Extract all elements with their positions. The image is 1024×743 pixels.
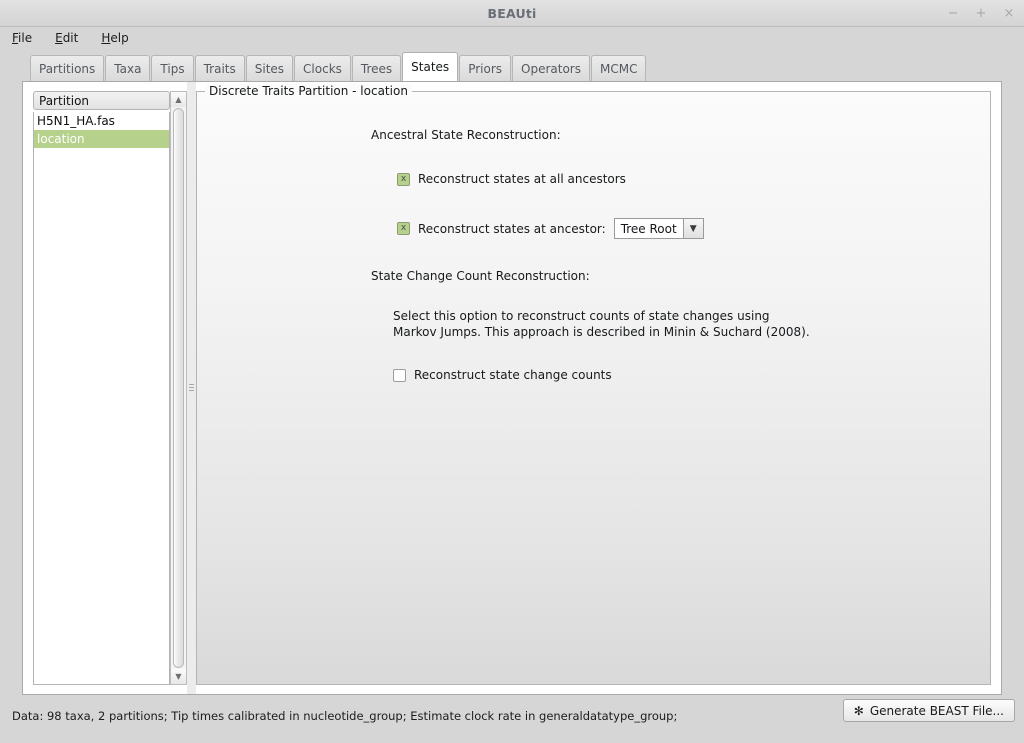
partition-scrollbar[interactable]: ▲ ▼	[170, 91, 187, 685]
reconstruct-at-ancestor-row[interactable]: x Reconstruct states at ancestor: Tree R…	[211, 218, 976, 239]
body-area: Partition H5N1_HA.fas location ▲ ▼ Discr…	[0, 81, 1024, 695]
reconstruct-all-ancestors-row[interactable]: x Reconstruct states at all ancestors	[211, 172, 976, 186]
discrete-traits-group: Discrete Traits Partition - location Anc…	[196, 84, 991, 685]
window-controls: − + ×	[946, 0, 1016, 26]
scroll-down-icon[interactable]: ▼	[171, 669, 186, 684]
window-title: BEAUti	[487, 5, 537, 21]
menu-file-rest: ile	[18, 31, 33, 45]
beauti-window: BEAUti − + × File Edit Help Partitions T…	[0, 0, 1024, 743]
menu-edit-rest: dit	[62, 31, 79, 45]
tab-clocks[interactable]: Clocks	[294, 55, 351, 81]
status-bar: Data: 98 taxa, 2 partitions; Tip times c…	[0, 695, 1024, 743]
ancestor-select-value[interactable]: Tree Root	[613, 218, 683, 239]
gear-icon: ✻	[853, 703, 864, 718]
generate-beast-file-button[interactable]: ✻ Generate BEAST File...	[842, 699, 1015, 722]
menu-file[interactable]: File	[10, 30, 34, 46]
partition-panel: Partition H5N1_HA.fas location	[23, 82, 170, 694]
chevron-down-icon[interactable]: ▼	[682, 218, 704, 239]
group-title: Discrete Traits Partition - location	[205, 84, 412, 98]
tab-traits[interactable]: Traits	[194, 55, 245, 81]
list-item[interactable]: location	[34, 130, 169, 148]
menu-edit[interactable]: Edit	[53, 30, 80, 46]
tab-states[interactable]: States	[402, 52, 459, 81]
title-bar: BEAUti − + ×	[0, 0, 1024, 27]
close-icon[interactable]: ×	[1002, 6, 1016, 20]
menu-help-rest: elp	[110, 31, 129, 45]
partition-column-header[interactable]: Partition	[33, 91, 170, 110]
tab-taxa[interactable]: Taxa	[105, 55, 151, 81]
reconstruct-state-change-counts-checkbox[interactable]: x	[393, 368, 406, 382]
generate-beast-file-label: Generate BEAST File...	[869, 703, 1004, 718]
tab-bar: Partitions Taxa Tips Traits Sites Clocks…	[0, 49, 1024, 81]
status-text: Data: 98 taxa, 2 partitions; Tip times c…	[12, 709, 678, 723]
reconstruct-state-change-counts-row[interactable]: x Reconstruct state change counts	[211, 368, 976, 382]
ancestral-state-heading: Ancestral State Reconstruction:	[371, 128, 561, 142]
states-panel: Discrete Traits Partition - location Anc…	[196, 82, 1001, 694]
tab-operators[interactable]: Operators	[512, 55, 590, 81]
maximize-icon[interactable]: +	[974, 6, 988, 20]
list-item[interactable]: H5N1_HA.fas	[34, 112, 169, 130]
tab-mcmc[interactable]: MCMC	[590, 55, 647, 81]
tab-partitions[interactable]: Partitions	[30, 55, 105, 81]
reconstruct-at-ancestor-label: Reconstruct states at ancestor:	[418, 221, 606, 236]
tab-sites[interactable]: Sites	[245, 55, 294, 81]
tab-priors[interactable]: Priors	[459, 55, 512, 81]
partition-list[interactable]: H5N1_HA.fas location	[33, 112, 170, 685]
minimize-icon[interactable]: −	[946, 6, 960, 20]
split-divider[interactable]	[187, 82, 196, 694]
tab-trees[interactable]: Trees	[351, 55, 402, 81]
scroll-up-icon[interactable]: ▲	[171, 92, 186, 107]
divider-grip-icon	[189, 384, 194, 392]
state-change-heading: State Change Count Reconstruction:	[371, 269, 590, 283]
scrollbar-thumb[interactable]	[173, 108, 184, 668]
ancestor-select[interactable]: Tree Root ▼	[613, 218, 704, 239]
reconstruct-state-change-counts-label: Reconstruct state change counts	[414, 368, 612, 382]
menu-help[interactable]: Help	[99, 30, 130, 46]
tab-tips[interactable]: Tips	[151, 55, 194, 81]
content-frame: Partition H5N1_HA.fas location ▲ ▼ Discr…	[22, 81, 1002, 695]
scrollbar-track[interactable]	[171, 107, 186, 669]
state-change-description-line2: Markov Jumps. This approach is described…	[393, 324, 810, 339]
state-change-description-line1: Select this option to reconstruct counts…	[393, 309, 770, 323]
menu-edit-mnemonic: E	[55, 31, 63, 45]
reconstruct-at-ancestor-checkbox[interactable]: x	[397, 222, 410, 235]
reconstruct-all-ancestors-label: Reconstruct states at all ancestors	[418, 172, 626, 186]
reconstruct-all-ancestors-checkbox[interactable]: x	[397, 172, 410, 186]
menu-bar: File Edit Help	[0, 27, 1024, 49]
